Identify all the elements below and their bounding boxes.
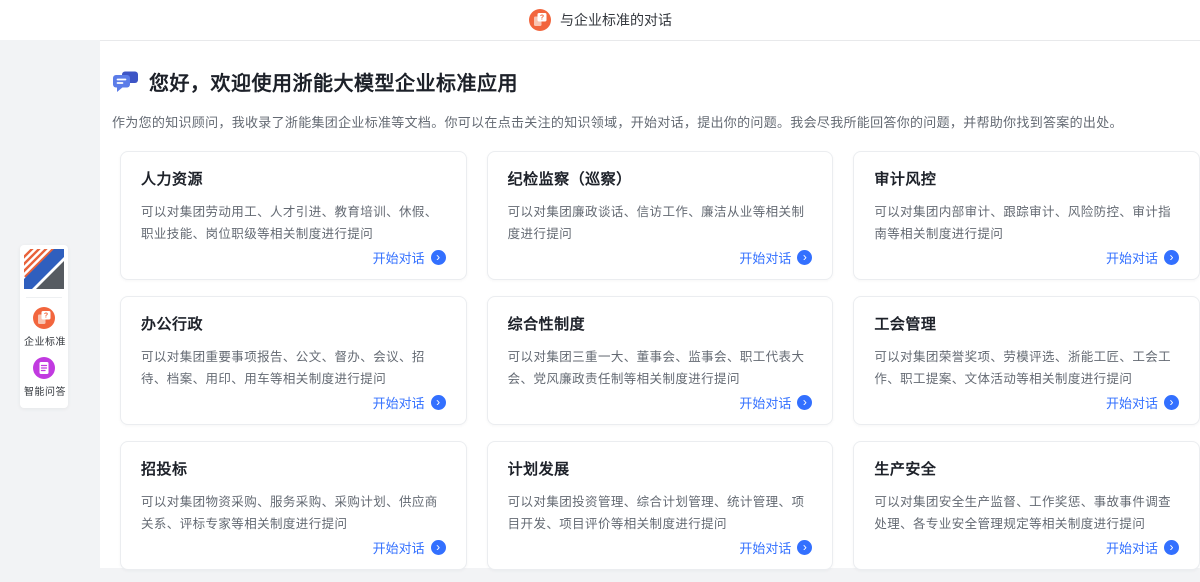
start-chat-link[interactable]: 开始对话 › <box>508 248 813 267</box>
sidebar-item-label: 企业标准 <box>24 333 64 348</box>
card-description: 可以对集团荣誉奖项、劳模评选、浙能工匠、工会工作、职工提案、文体活动等相关制度进… <box>874 346 1179 390</box>
chevron-right-icon: › <box>1164 395 1179 410</box>
card-title: 工会管理 <box>874 313 1179 334</box>
card-title: 审计风控 <box>874 168 1179 189</box>
topic-card-audit-risk[interactable]: 审计风控 可以对集团内部审计、跟踪审计、风险防控、审计指南等相关制度进行提问 开… <box>853 151 1200 280</box>
company-logo <box>24 249 64 289</box>
start-chat-label: 开始对话 <box>1106 393 1158 412</box>
chat-question-icon: ? <box>32 306 56 330</box>
sidebar-item-label: 智能问答 <box>24 383 64 398</box>
card-title: 招投标 <box>141 458 446 479</box>
start-chat-label: 开始对话 <box>373 538 425 557</box>
sidebar-item-smart-qa[interactable]: 智能问答 <box>24 356 64 398</box>
start-chat-label: 开始对话 <box>739 248 791 267</box>
start-chat-link[interactable]: 开始对话 › <box>141 248 446 267</box>
topic-card-production-safety[interactable]: 生产安全 可以对集团安全生产监督、工作奖惩、事故事件调查处理、各专业安全管理规定… <box>853 441 1200 570</box>
chevron-right-icon: › <box>797 250 812 265</box>
start-chat-link[interactable]: 开始对话 › <box>874 393 1179 412</box>
svg-text:?: ? <box>540 15 544 22</box>
welcome-banner: 您好，欢迎使用浙能大模型企业标准应用 <box>112 67 1200 96</box>
topic-cards-grid: 人力资源 可以对集团劳动用工、人才引进、教育培训、休假、职业技能、岗位职级等相关… <box>120 151 1200 570</box>
page-title-text: 与企业标准的对话 <box>560 10 672 30</box>
chevron-right-icon: › <box>797 395 812 410</box>
chevron-right-icon: › <box>797 540 812 555</box>
chevron-right-icon: › <box>1164 540 1179 555</box>
start-chat-link[interactable]: 开始对话 › <box>508 393 813 412</box>
chevron-right-icon: › <box>431 250 446 265</box>
topic-card-hr[interactable]: 人力资源 可以对集团劳动用工、人才引进、教育培训、休假、职业技能、岗位职级等相关… <box>120 151 467 280</box>
left-sidebar: ? 企业标准 智能问答 <box>20 245 68 408</box>
chat-bubbles-icon <box>112 70 139 94</box>
start-chat-link[interactable]: 开始对话 › <box>508 538 813 557</box>
start-chat-link[interactable]: 开始对话 › <box>874 248 1179 267</box>
top-header: ? 与企业标准的对话 <box>0 0 1200 40</box>
main-panel: 您好，欢迎使用浙能大模型企业标准应用 作为您的知识顾问，我收录了浙能集团企业标准… <box>100 40 1200 568</box>
card-description: 可以对集团内部审计、跟踪审计、风险防控、审计指南等相关制度进行提问 <box>874 201 1179 245</box>
card-title: 计划发展 <box>508 458 813 479</box>
topic-card-comprehensive-system[interactable]: 综合性制度 可以对集团三重一大、董事会、监事会、职工代表大会、党风廉政责任制等相… <box>487 296 834 425</box>
topic-card-office-admin[interactable]: 办公行政 可以对集团重要事项报告、公文、督办、会议、招待、档案、用印、用车等相关… <box>120 296 467 425</box>
topic-card-bidding[interactable]: 招投标 可以对集团物资采购、服务采购、采购计划、供应商关系、评标专家等相关制度进… <box>120 441 467 570</box>
card-title: 生产安全 <box>874 458 1179 479</box>
chat-question-icon: ? <box>528 8 552 32</box>
welcome-subtitle: 作为您的知识顾问，我收录了浙能集团企业标准等文档。你可以在点击关注的知识领域，开… <box>112 112 1200 131</box>
sidebar-item-enterprise-standard[interactable]: ? 企业标准 <box>24 306 64 348</box>
card-description: 可以对集团投资管理、综合计划管理、统计管理、项目开发、项目评价等相关制度进行提问 <box>508 491 813 535</box>
card-title: 办公行政 <box>141 313 446 334</box>
card-title: 综合性制度 <box>508 313 813 334</box>
qa-document-icon <box>32 356 56 380</box>
start-chat-link[interactable]: 开始对话 › <box>874 538 1179 557</box>
start-chat-link[interactable]: 开始对话 › <box>141 393 446 412</box>
card-description: 可以对集团重要事项报告、公文、督办、会议、招待、档案、用印、用车等相关制度进行提… <box>141 346 446 390</box>
topic-card-planning-development[interactable]: 计划发展 可以对集团投资管理、综合计划管理、统计管理、项目开发、项目评价等相关制… <box>487 441 834 570</box>
card-description: 可以对集团安全生产监督、工作奖惩、事故事件调查处理、各专业安全管理规定等相关制度… <box>874 491 1179 535</box>
card-description: 可以对集团劳动用工、人才引进、教育培训、休假、职业技能、岗位职级等相关制度进行提… <box>141 201 446 245</box>
start-chat-link[interactable]: 开始对话 › <box>141 538 446 557</box>
start-chat-label: 开始对话 <box>1106 248 1158 267</box>
welcome-title: 您好，欢迎使用浙能大模型企业标准应用 <box>149 67 518 96</box>
svg-text:?: ? <box>44 313 48 320</box>
start-chat-label: 开始对话 <box>739 393 791 412</box>
card-description: 可以对集团廉政谈话、信访工作、廉洁从业等相关制度进行提问 <box>508 201 813 245</box>
start-chat-label: 开始对话 <box>739 538 791 557</box>
chevron-right-icon: › <box>431 540 446 555</box>
topic-card-labor-union[interactable]: 工会管理 可以对集团荣誉奖项、劳模评选、浙能工匠、工会工作、职工提案、文体活动等… <box>853 296 1200 425</box>
card-title: 人力资源 <box>141 168 446 189</box>
chevron-right-icon: › <box>431 395 446 410</box>
chevron-right-icon: › <box>1164 250 1179 265</box>
card-description: 可以对集团物资采购、服务采购、采购计划、供应商关系、评标专家等相关制度进行提问 <box>141 491 446 535</box>
start-chat-label: 开始对话 <box>373 248 425 267</box>
card-description: 可以对集团三重一大、董事会、监事会、职工代表大会、党风廉政责任制等相关制度进行提… <box>508 346 813 390</box>
start-chat-label: 开始对话 <box>1106 538 1158 557</box>
start-chat-label: 开始对话 <box>373 393 425 412</box>
card-title: 纪检监察（巡察） <box>508 168 813 189</box>
sidebar-divider <box>26 297 62 298</box>
topic-card-discipline-inspection[interactable]: 纪检监察（巡察） 可以对集团廉政谈话、信访工作、廉洁从业等相关制度进行提问 开始… <box>487 151 834 280</box>
page-title: ? 与企业标准的对话 <box>528 8 672 32</box>
